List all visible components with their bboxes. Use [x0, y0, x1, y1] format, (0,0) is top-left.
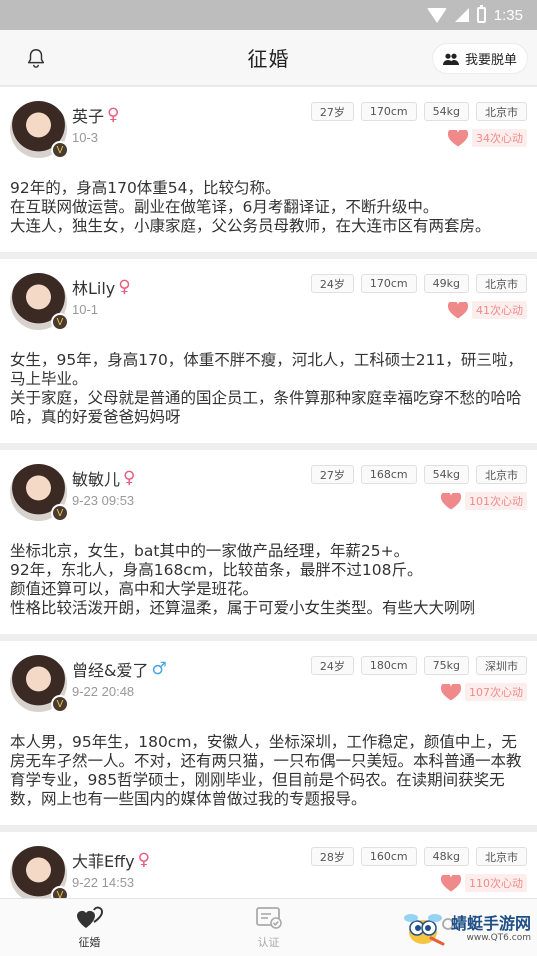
verified-badge-icon: V — [51, 141, 69, 159]
profile-tags: 27岁 170cm 54kg 北京市 — [310, 102, 527, 121]
like-button[interactable]: 107次心动 — [441, 683, 527, 701]
post-description: 92年的，身高170体重54，比较匀称。 在互联网做运营。副业在做笔译，6月考翻… — [10, 179, 491, 235]
female-icon: ♀ — [118, 277, 131, 297]
profile-tags: 27岁 168cm 54kg 北京市 — [310, 465, 527, 484]
post-date: 9-22 14:53 — [72, 875, 135, 890]
weight-tag: 54kg — [423, 102, 469, 121]
verified-badge-icon: V — [51, 504, 69, 522]
profile-tags: 24岁 180cm 75kg 深圳市 — [310, 656, 527, 675]
avatar[interactable]: V — [10, 846, 69, 904]
signal-icon — [454, 8, 469, 22]
user-name: 大菲Effy ♀ — [72, 850, 151, 871]
find-partner-label: 我要脱单 — [464, 53, 517, 68]
height-tag: 160cm — [360, 847, 417, 866]
like-count: 107次心动 — [465, 683, 527, 701]
people-icon — [442, 53, 459, 65]
heart-icon — [441, 683, 461, 700]
post-card[interactable]: V 英子 ♀ 10-3 27岁 170cm 54kg 北京市 34次心动 92年的… — [0, 87, 537, 252]
post-card[interactable]: V 曾经&爱了 ♂ 9-22 20:48 24岁 180cm 75kg 深圳市 1… — [0, 641, 537, 825]
tab-verify-label: 认证 — [257, 935, 280, 949]
like-count: 110次心动 — [465, 874, 527, 892]
height-tag: 170cm — [360, 102, 417, 121]
post-card[interactable]: V 敏敏儿 ♀ 9-23 09:53 27岁 168cm 54kg 北京市 101… — [0, 450, 537, 634]
bell-icon[interactable] — [25, 47, 47, 69]
height-tag: 168cm — [360, 465, 417, 484]
post-date: 9-23 09:53 — [72, 493, 135, 508]
like-button[interactable]: 110次心动 — [441, 874, 527, 892]
city-tag: 北京市 — [476, 465, 527, 484]
status-time: 1:35 — [493, 6, 523, 24]
status-bar: 1:35 — [0, 0, 537, 30]
tab-marriage-label: 征婚 — [78, 935, 101, 949]
female-icon: ♀ — [107, 105, 120, 125]
page-title: 征婚 — [247, 47, 290, 71]
age-tag: 28岁 — [310, 847, 354, 866]
watermark-url: www.QT6.com — [466, 933, 531, 943]
find-partner-button[interactable]: 我要脱单 — [432, 44, 527, 73]
like-count: 101次心动 — [465, 492, 527, 510]
like-button[interactable]: 34次心动 — [448, 129, 527, 147]
height-tag: 180cm — [360, 656, 417, 675]
user-name: 林Lily ♀ — [72, 277, 131, 298]
height-tag: 170cm — [360, 274, 417, 293]
profile-tags: 24岁 170cm 49kg 北京市 — [310, 274, 527, 293]
user-name: 敏敏儿 ♀ — [72, 468, 136, 489]
wifi-icon — [426, 7, 447, 23]
battery-icon — [476, 5, 486, 23]
watermark: 蜻蜓手游网 www.QT6.com — [403, 910, 531, 948]
weight-tag: 75kg — [423, 656, 469, 675]
post-date: 9-22 20:48 — [72, 684, 135, 699]
city-tag: 北京市 — [476, 847, 527, 866]
heart-icon — [448, 301, 468, 318]
profile-tags: 28岁 160cm 48kg 北京市 — [310, 847, 527, 866]
avatar[interactable]: V — [10, 655, 69, 713]
city-tag: 北京市 — [476, 102, 527, 121]
post-description: 坐标北京，女生，bat其中的一家做产品经理，年薪25+。 92年，东北人，身高1… — [10, 542, 476, 617]
like-count: 41次心动 — [472, 301, 527, 319]
like-button[interactable]: 101次心动 — [441, 492, 527, 510]
female-icon: ♀ — [123, 468, 136, 488]
avatar[interactable]: V — [10, 464, 69, 522]
post-description: 女生，95年，身高170，体重不胖不瘦，河北人，工科硕士211，研三啦，马上毕业… — [10, 351, 523, 426]
watermark-name: 蜻蜓手游网 — [450, 914, 531, 933]
tab-verify[interactable]: 认证 — [179, 899, 358, 956]
male-icon: ♂ — [151, 659, 167, 679]
post-date: 10-3 — [72, 130, 99, 145]
age-tag: 27岁 — [310, 465, 354, 484]
avatar[interactable]: V — [10, 273, 69, 331]
like-button[interactable]: 41次心动 — [448, 301, 527, 319]
tab-marriage[interactable]: 征婚 — [0, 899, 179, 956]
hearts-icon — [76, 906, 103, 928]
city-tag: 深圳市 — [476, 656, 527, 675]
age-tag: 24岁 — [310, 656, 354, 675]
heart-icon — [448, 129, 468, 146]
age-tag: 24岁 — [310, 274, 354, 293]
user-name: 曾经&爱了 ♂ — [72, 659, 167, 680]
verified-badge-icon: V — [51, 313, 69, 331]
female-icon: ♀ — [137, 850, 151, 870]
city-tag: 北京市 — [476, 274, 527, 293]
post-card[interactable]: V 林Lily ♀ 10-1 24岁 170cm 49kg 北京市 41次心动 女… — [0, 259, 537, 443]
post-description: 本人男，95年生，180cm，安徽人，坐标深圳，工作稳定，颜值中上，无房无车孑然… — [10, 733, 522, 808]
weight-tag: 54kg — [423, 465, 469, 484]
weight-tag: 48kg — [423, 847, 469, 866]
top-nav-bar: 征婚 我要脱单 — [0, 30, 537, 86]
user-name: 英子 ♀ — [72, 105, 120, 126]
dragonfly-logo-icon — [403, 914, 445, 946]
heart-icon — [441, 874, 461, 891]
weight-tag: 49kg — [423, 274, 469, 293]
verified-badge-icon: V — [51, 695, 69, 713]
post-feed[interactable]: V 英子 ♀ 10-3 27岁 170cm 54kg 北京市 34次心动 92年的… — [0, 87, 537, 929]
heart-icon — [441, 492, 461, 509]
like-count: 34次心动 — [472, 129, 527, 147]
avatar[interactable]: V — [10, 101, 69, 159]
certificate-icon — [255, 906, 282, 929]
post-date: 10-1 — [72, 302, 99, 317]
age-tag: 27岁 — [310, 102, 354, 121]
